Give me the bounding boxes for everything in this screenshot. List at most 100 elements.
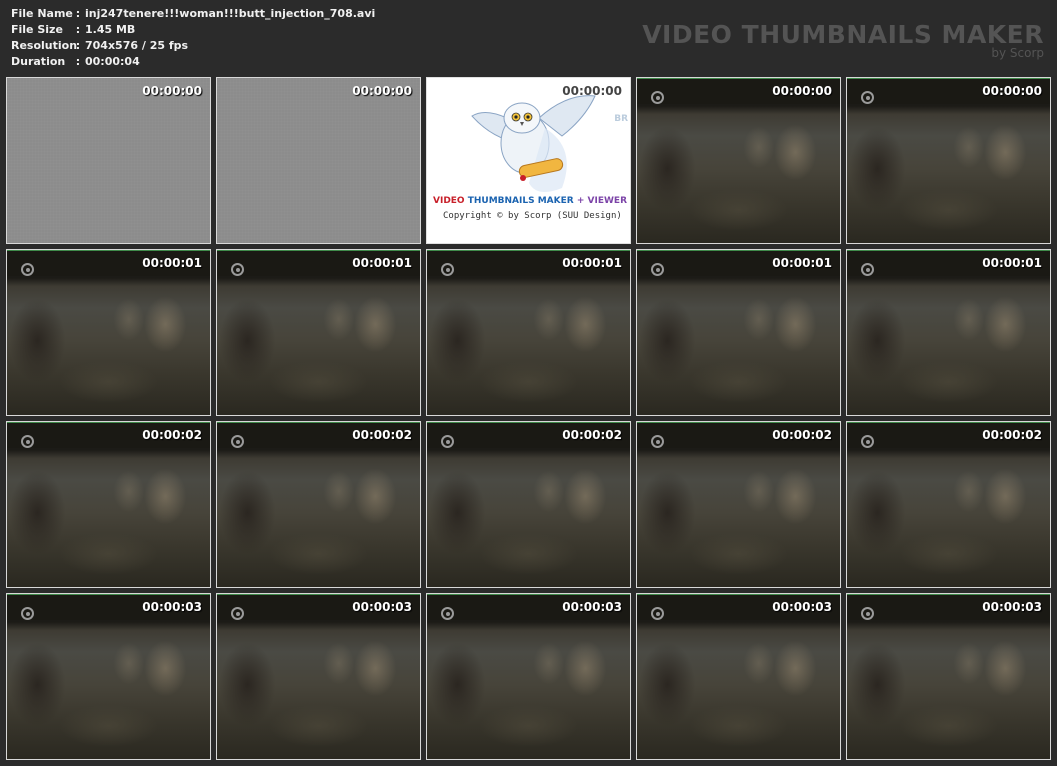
separator: : [75, 23, 81, 36]
frame-top-line [637, 594, 840, 595]
frame-top-line [637, 422, 840, 423]
channel-logo-icon [651, 91, 664, 104]
thumbnail-frame[interactable]: 00:00:00 [846, 77, 1051, 244]
timestamp: 00:00:01 [352, 256, 412, 270]
thumbnail-frame[interactable]: 00:00:03 [846, 593, 1051, 760]
sheet-header: File Name: inj247tenere!!!woman!!!butt_in… [0, 0, 1057, 76]
file-name-label: File Name [11, 7, 73, 20]
timestamp: 00:00:00 [562, 84, 622, 98]
channel-logo-icon [441, 607, 454, 620]
thumbnail-frame[interactable]: 00:00:00 [216, 77, 421, 244]
thumbnail-frame[interactable]: 00:00:03 [216, 593, 421, 760]
thumbnail-frame[interactable]: 00:00:01 [6, 249, 211, 416]
frame-image [7, 78, 210, 243]
duration-row: Duration:00:00:04 [11, 54, 375, 70]
channel-logo-icon [21, 435, 34, 448]
channel-logo-icon [21, 263, 34, 276]
frame-top-line [217, 594, 420, 595]
channel-logo-icon [861, 263, 874, 276]
thumbnail-frame[interactable]: 00:00:02 [216, 421, 421, 588]
timestamp: 00:00:01 [142, 256, 202, 270]
resolution-value: 704x576 / 25 fps [85, 39, 189, 52]
thumbnail-frame[interactable]: 00:00:01 [216, 249, 421, 416]
timestamp: 00:00:03 [562, 600, 622, 614]
timestamp: 00:00:01 [982, 256, 1042, 270]
splash-title-thumbnails-maker: THUMBNAILS MAKER [467, 196, 574, 206]
timestamp: 00:00:02 [142, 428, 202, 442]
channel-logo-icon [231, 263, 244, 276]
channel-logo-icon [651, 263, 664, 276]
frame-top-line [217, 422, 420, 423]
timestamp: 00:00:00 [142, 84, 202, 98]
channel-logo-icon [861, 607, 874, 620]
thumbnail-frame[interactable]: 00:00:03 [426, 593, 631, 760]
frame-top-line [637, 78, 840, 79]
thumbnail-frame[interactable]: 00:00:01 [846, 249, 1051, 416]
frame-top-line [7, 422, 210, 423]
timestamp: 00:00:02 [352, 428, 412, 442]
timestamp: 00:00:03 [982, 600, 1042, 614]
frame-top-line [7, 594, 210, 595]
channel-logo-icon [231, 435, 244, 448]
channel-logo-icon [231, 607, 244, 620]
owl-mascot-icon [471, 95, 596, 192]
thumbnail-frame[interactable]: BR VIDEO THUMBNAILS MAKER + VIEWER Copyrig… [426, 77, 631, 244]
timestamp: 00:00:00 [982, 84, 1042, 98]
thumbnail-frame[interactable]: 00:00:00 [636, 77, 841, 244]
timestamp: 00:00:02 [772, 428, 832, 442]
splash-title-video: VIDEO [433, 196, 465, 206]
frame-top-line [847, 250, 1050, 251]
resolution-row: Resolution: 704x576 / 25 fps [11, 38, 375, 54]
channel-logo-icon [441, 435, 454, 448]
thumbnail-frame[interactable]: 00:00:02 [636, 421, 841, 588]
splash-title-plus: + [576, 196, 585, 206]
frame-image [217, 78, 420, 243]
duration-value: 00:00:04 [85, 55, 140, 68]
timestamp: 00:00:01 [772, 256, 832, 270]
channel-logo-icon [651, 435, 664, 448]
frame-top-line [847, 594, 1050, 595]
separator: : [75, 55, 81, 68]
file-size-row: File Size:1.45 MB [11, 22, 375, 38]
file-size-label: File Size [11, 23, 63, 36]
timestamp: 00:00:00 [772, 84, 832, 98]
thumbnail-frame[interactable]: 00:00:00 [6, 77, 211, 244]
timestamp: 00:00:03 [772, 600, 832, 614]
frame-top-line [847, 78, 1050, 79]
splash-side-text: BR [614, 114, 628, 124]
frame-top-line [637, 250, 840, 251]
separator: : [75, 39, 81, 52]
thumbnail-frame[interactable]: 00:00:01 [426, 249, 631, 416]
timestamp: 00:00:00 [352, 84, 412, 98]
frame-top-line [7, 250, 210, 251]
thumbnail-frame[interactable]: 00:00:03 [6, 593, 211, 760]
thumbnail-frame[interactable]: 00:00:01 [636, 249, 841, 416]
thumbnail-frame[interactable]: 00:00:03 [636, 593, 841, 760]
duration-label: Duration [11, 55, 66, 68]
channel-logo-icon [861, 91, 874, 104]
frame-top-line [427, 594, 630, 595]
resolution-label: Resolution [11, 39, 78, 52]
timestamp: 00:00:02 [982, 428, 1042, 442]
channel-logo-icon [21, 607, 34, 620]
file-name-value: inj247tenere!!!woman!!!butt_injection_70… [85, 7, 376, 20]
separator: : [75, 7, 81, 20]
frame-top-line [427, 422, 630, 423]
timestamp: 00:00:03 [142, 600, 202, 614]
channel-logo-icon [651, 607, 664, 620]
thumbnail-frame[interactable]: 00:00:02 [846, 421, 1051, 588]
brand-title: VIDEO THUMBNAILS MAKER [642, 20, 1044, 49]
splash-copyright: Copyright © by Scorp (SUU Design) [443, 211, 622, 221]
thumbnail-frame[interactable]: 00:00:02 [426, 421, 631, 588]
frame-top-line [847, 422, 1050, 423]
splash-title-viewer: VIEWER [587, 196, 627, 206]
thumbnail-frame[interactable]: 00:00:02 [6, 421, 211, 588]
file-name-row: File Name: inj247tenere!!!woman!!!butt_in… [11, 6, 375, 22]
timestamp: 00:00:02 [562, 428, 622, 442]
file-info: File Name: inj247tenere!!!woman!!!butt_in… [11, 6, 375, 70]
channel-logo-icon [441, 263, 454, 276]
frame-top-line [427, 250, 630, 251]
timestamp: 00:00:03 [352, 600, 412, 614]
splash-title: VIDEO THUMBNAILS MAKER + VIEWER [433, 196, 627, 206]
frame-top-line [217, 250, 420, 251]
